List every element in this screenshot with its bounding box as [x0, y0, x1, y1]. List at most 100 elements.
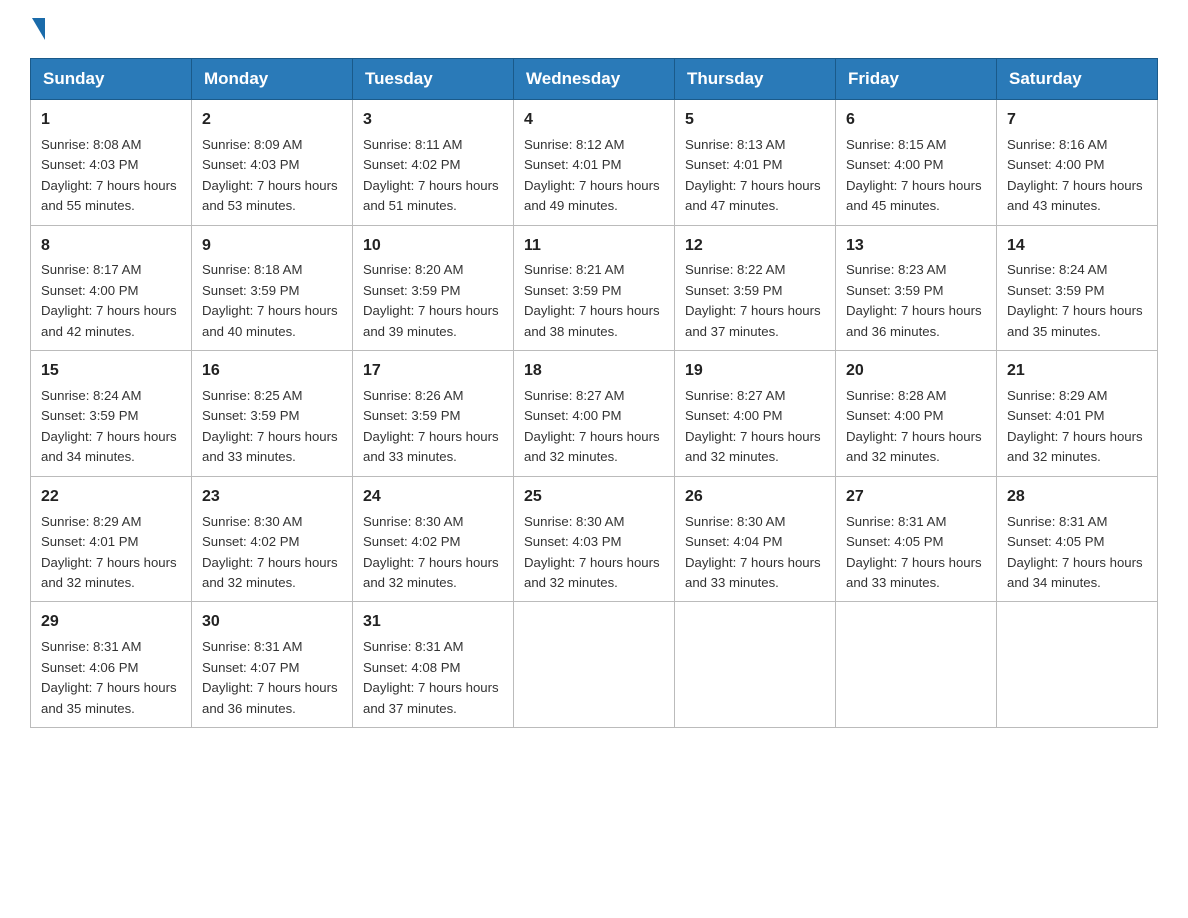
day-info: Sunrise: 8:20 AMSunset: 3:59 PMDaylight:…: [363, 260, 503, 342]
day-number: 25: [524, 485, 664, 510]
day-info: Sunrise: 8:31 AMSunset: 4:05 PMDaylight:…: [846, 512, 986, 594]
day-number: 31: [363, 610, 503, 635]
day-info: Sunrise: 8:30 AMSunset: 4:04 PMDaylight:…: [685, 512, 825, 594]
calendar-week-row: 15Sunrise: 8:24 AMSunset: 3:59 PMDayligh…: [31, 351, 1158, 477]
day-number: 3: [363, 108, 503, 133]
day-info: Sunrise: 8:29 AMSunset: 4:01 PMDaylight:…: [1007, 386, 1147, 468]
day-number: 22: [41, 485, 181, 510]
weekday-header-tuesday: Tuesday: [353, 59, 514, 100]
calendar-table: SundayMondayTuesdayWednesdayThursdayFrid…: [30, 58, 1158, 728]
day-info: Sunrise: 8:31 AMSunset: 4:06 PMDaylight:…: [41, 637, 181, 719]
calendar-cell: 10Sunrise: 8:20 AMSunset: 3:59 PMDayligh…: [353, 225, 514, 351]
day-number: 19: [685, 359, 825, 384]
calendar-week-row: 8Sunrise: 8:17 AMSunset: 4:00 PMDaylight…: [31, 225, 1158, 351]
day-number: 12: [685, 234, 825, 259]
day-info: Sunrise: 8:25 AMSunset: 3:59 PMDaylight:…: [202, 386, 342, 468]
day-info: Sunrise: 8:21 AMSunset: 3:59 PMDaylight:…: [524, 260, 664, 342]
day-number: 9: [202, 234, 342, 259]
day-number: 11: [524, 234, 664, 259]
weekday-header-saturday: Saturday: [997, 59, 1158, 100]
calendar-cell: 23Sunrise: 8:30 AMSunset: 4:02 PMDayligh…: [192, 476, 353, 602]
day-number: 23: [202, 485, 342, 510]
day-number: 18: [524, 359, 664, 384]
calendar-week-row: 22Sunrise: 8:29 AMSunset: 4:01 PMDayligh…: [31, 476, 1158, 602]
weekday-header-thursday: Thursday: [675, 59, 836, 100]
calendar-cell: 11Sunrise: 8:21 AMSunset: 3:59 PMDayligh…: [514, 225, 675, 351]
day-info: Sunrise: 8:09 AMSunset: 4:03 PMDaylight:…: [202, 135, 342, 217]
weekday-header-sunday: Sunday: [31, 59, 192, 100]
day-info: Sunrise: 8:31 AMSunset: 4:05 PMDaylight:…: [1007, 512, 1147, 594]
calendar-cell: 28Sunrise: 8:31 AMSunset: 4:05 PMDayligh…: [997, 476, 1158, 602]
day-number: 6: [846, 108, 986, 133]
logo-triangle-icon: [32, 18, 45, 40]
calendar-cell: 20Sunrise: 8:28 AMSunset: 4:00 PMDayligh…: [836, 351, 997, 477]
calendar-cell: 7Sunrise: 8:16 AMSunset: 4:00 PMDaylight…: [997, 100, 1158, 226]
day-info: Sunrise: 8:24 AMSunset: 3:59 PMDaylight:…: [41, 386, 181, 468]
day-info: Sunrise: 8:31 AMSunset: 4:07 PMDaylight:…: [202, 637, 342, 719]
day-number: 30: [202, 610, 342, 635]
weekday-header-friday: Friday: [836, 59, 997, 100]
calendar-cell: 22Sunrise: 8:29 AMSunset: 4:01 PMDayligh…: [31, 476, 192, 602]
day-number: 2: [202, 108, 342, 133]
day-number: 16: [202, 359, 342, 384]
calendar-cell: 9Sunrise: 8:18 AMSunset: 3:59 PMDaylight…: [192, 225, 353, 351]
weekday-header-row: SundayMondayTuesdayWednesdayThursdayFrid…: [31, 59, 1158, 100]
calendar-cell: 8Sunrise: 8:17 AMSunset: 4:00 PMDaylight…: [31, 225, 192, 351]
calendar-cell: 26Sunrise: 8:30 AMSunset: 4:04 PMDayligh…: [675, 476, 836, 602]
day-info: Sunrise: 8:24 AMSunset: 3:59 PMDaylight:…: [1007, 260, 1147, 342]
day-number: 28: [1007, 485, 1147, 510]
day-info: Sunrise: 8:22 AMSunset: 3:59 PMDaylight:…: [685, 260, 825, 342]
calendar-cell: 18Sunrise: 8:27 AMSunset: 4:00 PMDayligh…: [514, 351, 675, 477]
day-number: 24: [363, 485, 503, 510]
calendar-cell: [675, 602, 836, 728]
day-info: Sunrise: 8:23 AMSunset: 3:59 PMDaylight:…: [846, 260, 986, 342]
calendar-cell: 27Sunrise: 8:31 AMSunset: 4:05 PMDayligh…: [836, 476, 997, 602]
calendar-cell: [836, 602, 997, 728]
day-number: 29: [41, 610, 181, 635]
day-number: 7: [1007, 108, 1147, 133]
day-number: 4: [524, 108, 664, 133]
day-info: Sunrise: 8:30 AMSunset: 4:02 PMDaylight:…: [202, 512, 342, 594]
calendar-cell: 24Sunrise: 8:30 AMSunset: 4:02 PMDayligh…: [353, 476, 514, 602]
calendar-week-row: 1Sunrise: 8:08 AMSunset: 4:03 PMDaylight…: [31, 100, 1158, 226]
calendar-cell: 14Sunrise: 8:24 AMSunset: 3:59 PMDayligh…: [997, 225, 1158, 351]
calendar-cell: 12Sunrise: 8:22 AMSunset: 3:59 PMDayligh…: [675, 225, 836, 351]
day-info: Sunrise: 8:15 AMSunset: 4:00 PMDaylight:…: [846, 135, 986, 217]
calendar-cell: 16Sunrise: 8:25 AMSunset: 3:59 PMDayligh…: [192, 351, 353, 477]
calendar-cell: 5Sunrise: 8:13 AMSunset: 4:01 PMDaylight…: [675, 100, 836, 226]
calendar-cell: 31Sunrise: 8:31 AMSunset: 4:08 PMDayligh…: [353, 602, 514, 728]
day-info: Sunrise: 8:27 AMSunset: 4:00 PMDaylight:…: [685, 386, 825, 468]
day-info: Sunrise: 8:30 AMSunset: 4:02 PMDaylight:…: [363, 512, 503, 594]
day-info: Sunrise: 8:28 AMSunset: 4:00 PMDaylight:…: [846, 386, 986, 468]
calendar-cell: 25Sunrise: 8:30 AMSunset: 4:03 PMDayligh…: [514, 476, 675, 602]
calendar-cell: 17Sunrise: 8:26 AMSunset: 3:59 PMDayligh…: [353, 351, 514, 477]
day-info: Sunrise: 8:12 AMSunset: 4:01 PMDaylight:…: [524, 135, 664, 217]
day-number: 10: [363, 234, 503, 259]
calendar-cell: 21Sunrise: 8:29 AMSunset: 4:01 PMDayligh…: [997, 351, 1158, 477]
logo: [30, 20, 45, 40]
day-number: 20: [846, 359, 986, 384]
day-info: Sunrise: 8:16 AMSunset: 4:00 PMDaylight:…: [1007, 135, 1147, 217]
calendar-cell: 2Sunrise: 8:09 AMSunset: 4:03 PMDaylight…: [192, 100, 353, 226]
day-number: 21: [1007, 359, 1147, 384]
day-info: Sunrise: 8:29 AMSunset: 4:01 PMDaylight:…: [41, 512, 181, 594]
calendar-cell: 29Sunrise: 8:31 AMSunset: 4:06 PMDayligh…: [31, 602, 192, 728]
calendar-cell: 13Sunrise: 8:23 AMSunset: 3:59 PMDayligh…: [836, 225, 997, 351]
day-info: Sunrise: 8:31 AMSunset: 4:08 PMDaylight:…: [363, 637, 503, 719]
day-info: Sunrise: 8:08 AMSunset: 4:03 PMDaylight:…: [41, 135, 181, 217]
calendar-cell: 4Sunrise: 8:12 AMSunset: 4:01 PMDaylight…: [514, 100, 675, 226]
day-info: Sunrise: 8:13 AMSunset: 4:01 PMDaylight:…: [685, 135, 825, 217]
day-number: 14: [1007, 234, 1147, 259]
day-number: 8: [41, 234, 181, 259]
day-number: 27: [846, 485, 986, 510]
day-info: Sunrise: 8:11 AMSunset: 4:02 PMDaylight:…: [363, 135, 503, 217]
day-number: 26: [685, 485, 825, 510]
day-info: Sunrise: 8:17 AMSunset: 4:00 PMDaylight:…: [41, 260, 181, 342]
calendar-cell: 6Sunrise: 8:15 AMSunset: 4:00 PMDaylight…: [836, 100, 997, 226]
calendar-cell: [514, 602, 675, 728]
calendar-cell: 19Sunrise: 8:27 AMSunset: 4:00 PMDayligh…: [675, 351, 836, 477]
day-info: Sunrise: 8:26 AMSunset: 3:59 PMDaylight:…: [363, 386, 503, 468]
day-info: Sunrise: 8:30 AMSunset: 4:03 PMDaylight:…: [524, 512, 664, 594]
day-info: Sunrise: 8:18 AMSunset: 3:59 PMDaylight:…: [202, 260, 342, 342]
calendar-cell: 15Sunrise: 8:24 AMSunset: 3:59 PMDayligh…: [31, 351, 192, 477]
